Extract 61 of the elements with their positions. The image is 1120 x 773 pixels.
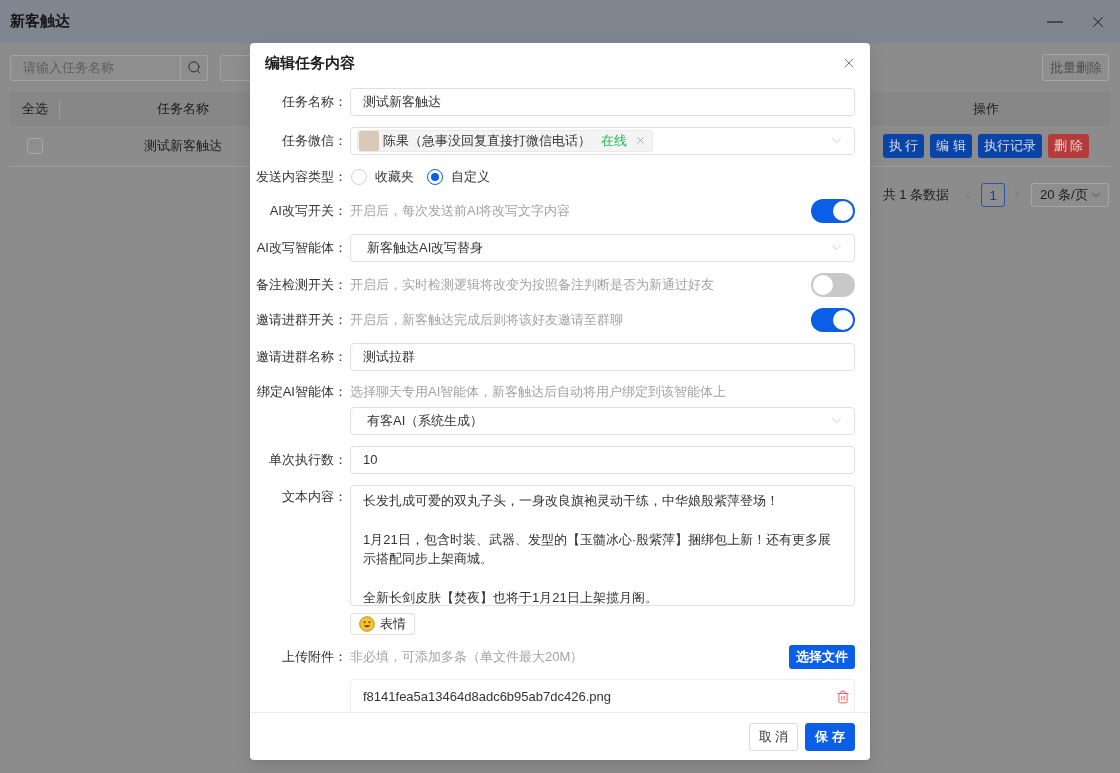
action-button[interactable]: 执行记录 [977, 134, 1042, 158]
search-icon [186, 60, 202, 75]
field-label: 邀请进群开关： [255, 310, 347, 329]
delete-file-button[interactable] [836, 689, 850, 706]
radio-option[interactable]: 收藏夹 [351, 167, 414, 186]
choose-file-button[interactable]: 选择文件 [789, 645, 855, 670]
filter-field[interactable] [220, 54, 250, 81]
avatar-placeholder [359, 130, 379, 151]
emoji-button[interactable]: 表情 [350, 612, 415, 635]
select-field[interactable]: 新客触达AI改写替身 [350, 233, 855, 262]
hint-text: 开启后，新客触达完成后则将该好友邀请至群聊 [350, 310, 623, 329]
text-input-field[interactable]: 测试拉群 [350, 342, 855, 371]
column-header: 操作 [973, 100, 999, 118]
column-header: 任务名称 [157, 100, 209, 118]
field-label: 邀请进群名称： [255, 347, 347, 366]
text-input-field[interactable]: 测试新客触达 [350, 87, 855, 116]
toggle-switch[interactable] [811, 307, 855, 332]
field-label: AI改写开关： [268, 201, 347, 220]
delete-button[interactable]: 删 除 [1047, 134, 1090, 158]
close-icon[interactable] [635, 135, 646, 147]
paragraph-text: 1月21日，包含时装、武器、发型的【玉髓冰心·殷紫萍】捆绑包上新！还有更多展示搭配同步上架商城。 [363, 530, 833, 569]
field-label: 绑定AI智能体： [255, 382, 347, 401]
field-label: 上传附件： [281, 648, 347, 667]
cancel-button[interactable]: 取 消 [748, 722, 799, 751]
hint-text: 非必填，可添加多条（单文件最大20M） [350, 648, 584, 667]
field-label: 发送内容类型： [255, 167, 347, 186]
toggle-switch[interactable] [811, 198, 855, 223]
field-label: AI改写智能体： [255, 238, 347, 257]
hint-text: 开启后，每次发送前AI将改写文字内容 [350, 201, 571, 220]
save-button[interactable]: 保 存 [805, 722, 855, 751]
field-label: 任务名称： [281, 92, 347, 111]
account-name: 陈果（急事没回复直接打微信电话） [383, 131, 591, 150]
action-button[interactable]: 执 行 [882, 134, 925, 158]
app-title: 新客触达 [10, 12, 70, 31]
paragraph-text: 长发扎成可爱的双丸子头，一身改良旗袍灵动干练，中华娘殷紫萍登场！ [363, 491, 780, 510]
search-button[interactable] [181, 54, 208, 81]
total-count: 共 1 条数据 [882, 186, 949, 204]
action-button[interactable]: 编 辑 [930, 134, 972, 158]
trash-icon [836, 690, 850, 705]
text-input-field[interactable]: 10 [350, 445, 855, 474]
minimize-icon [1047, 20, 1063, 23]
field-label: 任务微信： [281, 131, 347, 150]
table-cell: 测试新客触达 [144, 137, 222, 155]
field-label: 备注检测开关： [255, 275, 347, 294]
select-field[interactable]: 有客AI（系统生成） [350, 406, 855, 435]
page-size-select[interactable]: 20 条/页 [1031, 183, 1109, 207]
hint-text: 选择聊天专用AI智能体，新客触达后自动将用户绑定到该智能体上 [350, 382, 727, 401]
smiley-icon [359, 615, 375, 632]
file-name: f8141fea5a13464d8adc6b95ab7dc426.png [363, 688, 611, 707]
paragraph-text: 全新长剑皮肤【焚夜】也将于1月21日上架揽月阁。 [363, 589, 659, 605]
column-header: 全选 [21, 100, 48, 118]
field-label: 单次执行数： [268, 450, 347, 469]
field-label: 文本内容： [281, 487, 347, 506]
toggle-switch[interactable] [811, 272, 855, 297]
checkbox[interactable] [27, 138, 43, 154]
text-content-field[interactable]: 长发扎成可爱的双丸子头，一身改良旗袍灵动干练，中华娘殷紫萍登场！ 1月21日，包含时装、武器、发型的【玉髓冰心·殷紫萍】捆绑包上新！还有更多展示搭配同步上架商城。 全新长剑皮肤【焚夜】也将于1月21日上架揽月阁。 [350, 484, 855, 606]
multi-select-field[interactable]: 陈果（急事没回复直接打微信电话） 在线 [350, 126, 855, 155]
radio-option[interactable]: 自定义 [427, 167, 490, 186]
hint-text: 开启后，实时检测逻辑将改变为按照备注判断是否为新通过好友 [350, 275, 714, 294]
dialog-title: 编辑任务内容 [265, 53, 355, 73]
online-status: 在线 [601, 131, 627, 150]
